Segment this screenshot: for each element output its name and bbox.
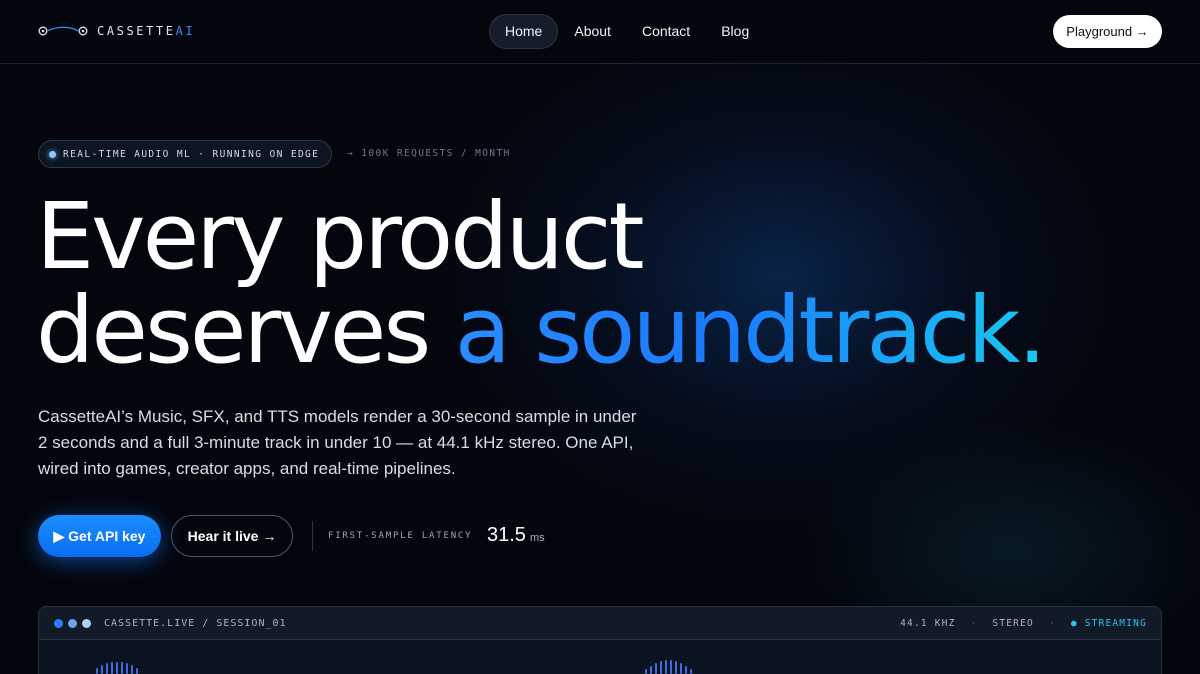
headline-accent: a soundtrack.: [454, 277, 1047, 384]
requests-note: → 100K REQUESTS / MONTH: [347, 148, 511, 159]
session-title: CASSETTE.LIVE / SESSION_01: [104, 618, 287, 629]
nav-about[interactable]: About: [559, 14, 626, 49]
top-nav: CASSETTEAI Home About Contact Blog Playg…: [0, 0, 1200, 64]
hero-headline: Every product deserves a soundtrack.: [36, 190, 1136, 378]
window-dot-icon: [54, 619, 63, 628]
meta-separator: ·: [970, 618, 978, 629]
waveform-right: [645, 654, 695, 674]
window-dots: [54, 619, 96, 628]
nav-blog[interactable]: Blog: [706, 14, 764, 49]
hear-it-live-button[interactable]: Hear it live →: [171, 515, 293, 557]
cta-divider: [312, 521, 313, 551]
nav-home[interactable]: Home: [489, 14, 559, 49]
latency-unit: ms: [530, 532, 545, 544]
latency-label: FIRST-SAMPLE LATENCY: [328, 531, 473, 541]
panel-header: CASSETTE.LIVE / SESSION_01 44.1 KHZ · ST…: [39, 607, 1161, 640]
cassette-reels-icon: [38, 26, 88, 36]
channels: STEREO: [992, 618, 1034, 629]
logo-text: CASSETTEAI: [97, 24, 196, 38]
main-menu: Home About Contact Blog: [489, 14, 765, 49]
headline-line-1: Every product: [36, 183, 645, 290]
logo[interactable]: CASSETTEAI: [38, 23, 195, 39]
sample-rate: 44.1 KHZ: [900, 618, 956, 629]
meta-separator: ·: [1048, 618, 1056, 629]
status-badge: REAL-TIME AUDIO ML · RUNNING ON EDGE: [38, 140, 333, 168]
status-dot-icon: [49, 150, 56, 158]
live-player-panel: CASSETTE.LIVE / SESSION_01 44.1 KHZ · ST…: [38, 606, 1162, 674]
latency-value: 31.5: [487, 524, 526, 546]
window-dot-icon: [68, 619, 77, 628]
waveform-left: [96, 654, 141, 674]
nav-contact[interactable]: Contact: [627, 14, 705, 49]
get-api-key-button[interactable]: ▶ Get API key: [38, 515, 161, 557]
streaming-status: ● STREAMING: [1070, 618, 1147, 629]
panel-meta: 44.1 KHZ · STEREO · ● STREAMING: [900, 618, 1147, 629]
playground-button[interactable]: Playground →: [1053, 15, 1162, 48]
window-dot-icon: [82, 619, 91, 628]
hero-subtitle: CassetteAI’s Music, SFX, and TTS models …: [38, 407, 637, 478]
headline-line-2: deserves a soundtrack.: [36, 277, 1047, 384]
status-badge-text: REAL-TIME AUDIO ML · RUNNING ON EDGE: [63, 148, 320, 160]
